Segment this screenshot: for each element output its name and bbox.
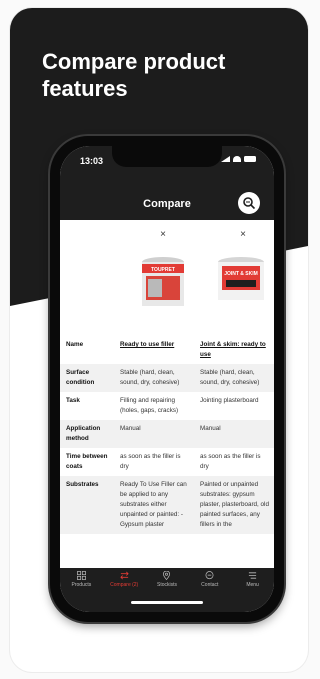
tab-compare[interactable]: Compare (2) (103, 568, 146, 594)
product-1-brand-text: TOUPRET (151, 267, 175, 273)
product-2-brand-text: JOINT & SKIM (224, 271, 258, 277)
chat-bubble-icon (205, 571, 214, 580)
tab-menu[interactable]: Menu (231, 568, 274, 594)
search-icon (243, 197, 256, 210)
compare-table: Name Ready to use filler Joint & skim: r… (60, 336, 274, 534)
product-2-value: Manual (200, 425, 221, 432)
table-row: Application method Manual Manual (60, 420, 274, 448)
tab-label: Menu (246, 582, 259, 588)
product-2-value: Painted or unpainted substrates: gypsum … (200, 481, 269, 528)
product-2-name-link[interactable]: Joint & skim: ready to use (200, 341, 266, 358)
product-1-value: Ready to use filler (114, 336, 194, 364)
product-1-value: as soon as the filler is dry (120, 453, 181, 470)
phone-frame: 13:03 Compare × × TOUPRET JOINT & SKIM N… (50, 136, 284, 622)
product-2-value: Joint & skim: ready to use (194, 336, 274, 364)
home-indicator[interactable] (131, 601, 203, 604)
status-time: 13:03 (80, 156, 104, 166)
tab-contact[interactable]: Contact (188, 568, 231, 594)
table-row: Substrates Ready To Use Filler can be ap… (60, 476, 274, 534)
row-label: Substrates (66, 481, 99, 488)
status-icons (221, 156, 256, 162)
phone-screen: 13:03 Compare × × TOUPRET JOINT & SKIM N… (60, 146, 274, 612)
grid-icon (76, 571, 86, 580)
search-button[interactable] (238, 192, 260, 214)
tab-stockists[interactable]: Stockists (146, 568, 189, 594)
tab-products[interactable]: Products (60, 568, 103, 594)
product-2-value: as soon as the filler is dry (200, 453, 261, 470)
remove-product-1-button[interactable]: × (158, 230, 168, 240)
row-label: Application method (66, 425, 101, 442)
product-image-joint-and-skim[interactable]: JOINT & SKIM (216, 254, 266, 310)
home-bar (60, 594, 274, 612)
remove-row: × × (60, 226, 274, 246)
wifi-icon (233, 156, 241, 162)
promo-card: Compare product features 13:03 Compare ×… (10, 8, 308, 672)
tab-label: Contact (201, 582, 219, 588)
table-row: Surface condition Stable (hard, clean, s… (60, 364, 274, 392)
compare-arrows-icon (120, 571, 129, 580)
table-row: Task Filling and repairing (holes, gaps,… (60, 392, 274, 420)
tab-label: Products (71, 582, 92, 588)
row-label: Task (66, 397, 80, 404)
location-pin-icon (163, 571, 171, 580)
product-2-value: Stable (hard, clean, sound, dry, cohesiv… (200, 369, 260, 386)
compare-content[interactable]: × × TOUPRET JOINT & SKIM Name Ready to u… (60, 220, 274, 568)
product-2-value: Jointing plasterboard (200, 397, 259, 404)
row-label: Surface condition (66, 369, 95, 386)
product-1-value: Manual (120, 425, 141, 432)
table-row: Time between coats as soon as the filler… (60, 448, 274, 476)
menu-icon (248, 572, 257, 579)
row-label: Name (66, 341, 84, 348)
product-1-value: Ready To Use Filler can be applied to an… (120, 481, 187, 528)
tab-label: Stockists (156, 582, 177, 588)
headline: Compare product features (42, 49, 226, 101)
tab-label: Compare (2) (110, 582, 139, 588)
signal-icon (221, 156, 230, 162)
phone-notch (112, 146, 222, 167)
table-row: Name Ready to use filler Joint & skim: r… (60, 336, 274, 364)
battery-icon (244, 156, 256, 162)
product-image-ready-to-use-filler[interactable]: TOUPRET (138, 254, 188, 310)
row-label: Time between coats (66, 453, 108, 470)
product-1-value: Stable (hard, clean, sound, dry, cohesiv… (120, 369, 180, 386)
product-1-value: Filling and repairing (holes, gaps, crac… (120, 397, 179, 414)
bottom-tab-bar: Products Compare (2) Stockists Contact M… (60, 568, 274, 594)
remove-product-2-button[interactable]: × (238, 230, 248, 240)
product-1-name-link[interactable]: Ready to use filler (120, 341, 174, 348)
